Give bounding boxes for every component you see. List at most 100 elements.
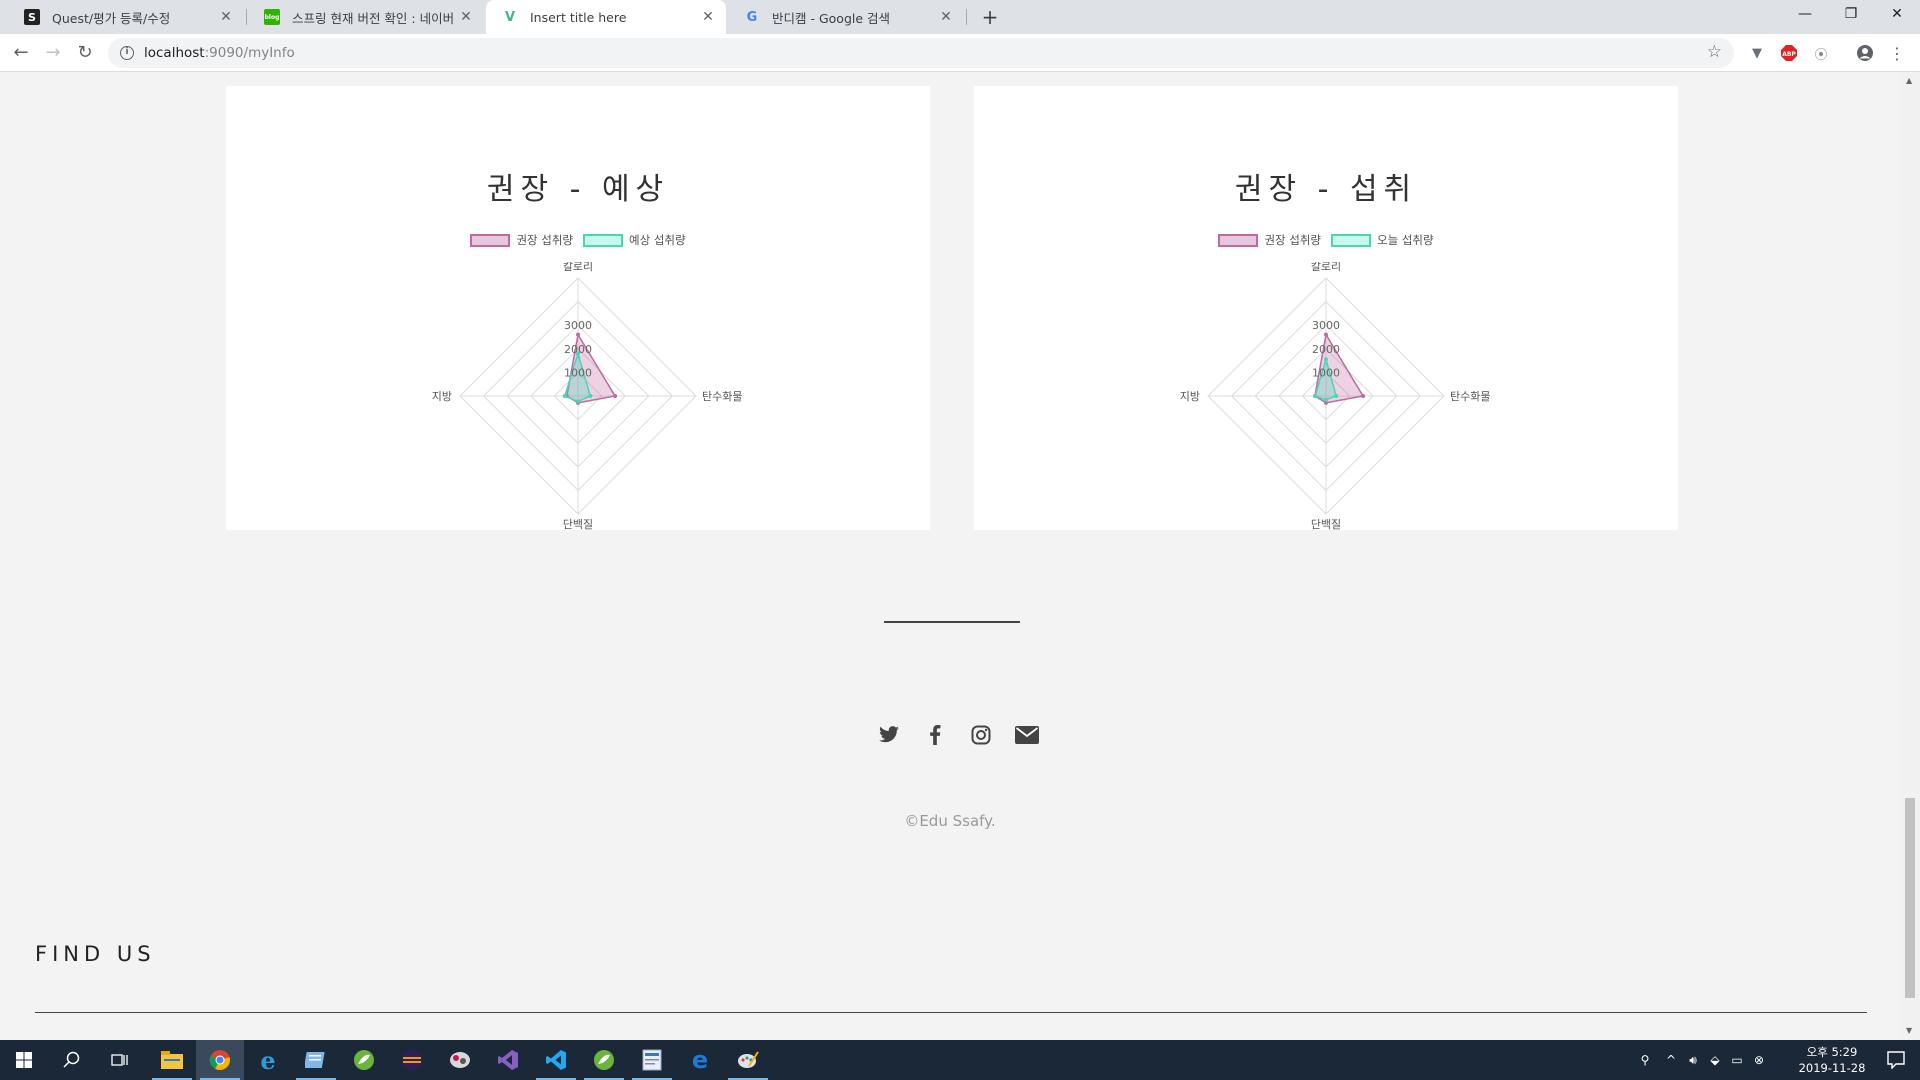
browser-tab-bar: S Quest/평가 등록/수정 ✕ blog 스프링 현재 버전 확인 : 네… [0, 0, 1920, 34]
tab-title: Insert title here [530, 9, 627, 25]
forward-button[interactable]: → [40, 40, 66, 66]
tab-separator [246, 9, 247, 25]
volume-icon[interactable]: 🔊︎ [1682, 1053, 1704, 1068]
radar-tick-label: 1000 [564, 366, 592, 379]
legend-label: 예상 섭취량 [629, 233, 686, 247]
copyright-text: ©Edu Ssafy. [904, 812, 996, 830]
address-bar[interactable]: i localhost:9090/myInfo ☆ [108, 38, 1734, 68]
paint-icon[interactable] [724, 1040, 772, 1080]
system-tray: ⚲ ^ 🔊︎ ⬙ ▭ ⊗ [1630, 1040, 1770, 1080]
vue-devtools-icon[interactable]: ▼ [1746, 42, 1768, 64]
radar-axis-label: 지방 [1180, 390, 1200, 403]
radar-point [1324, 357, 1328, 362]
legend-item[interactable]: 예상 섭취량 [583, 232, 686, 248]
bookmark-star-icon[interactable]: ☆ [1707, 42, 1722, 62]
close-tab-icon[interactable]: ✕ [218, 9, 234, 25]
notepad-icon[interactable] [292, 1040, 340, 1080]
spring-tool-suite-icon[interactable] [580, 1040, 628, 1080]
card-title: 권장 - 예상 [486, 172, 670, 207]
spring-tool-suite-icon[interactable] [340, 1040, 388, 1080]
find-us-divider [35, 1012, 1867, 1013]
chart-card-recommended-expected: 권장 - 예상 권장 섭취량 예상 섭취량 1000 2000 3000 칼로리 탄수화… [226, 86, 930, 530]
file-explorer-icon[interactable] [148, 1040, 196, 1080]
eclipse-icon[interactable] [388, 1040, 436, 1080]
radar-tick-label: 2000 [1312, 343, 1340, 356]
task-view-icon[interactable] [96, 1040, 144, 1080]
extension-icon[interactable]: ⦿ [1810, 42, 1832, 64]
tab-title: 스프링 현재 버전 확인 : 네이버 [292, 10, 455, 26]
windows-start-icon[interactable] [0, 1040, 48, 1080]
people-icon[interactable]: ⚲ [1630, 1053, 1660, 1067]
radar-point [1313, 394, 1318, 398]
close-tab-icon[interactable]: ✕ [938, 9, 954, 25]
find-us-heading: FIND US [35, 942, 156, 966]
twitter-icon[interactable] [866, 718, 912, 752]
radar-point [576, 332, 580, 337]
radar-tick-label: 1000 [1312, 366, 1340, 379]
url-host: localhost [144, 45, 205, 61]
action-center-icon[interactable] [1872, 1040, 1920, 1080]
radar-chart: 1000 2000 3000 칼로리탄수화물단백질 지방 [432, 262, 743, 530]
scroll-up-arrow-icon[interactable]: ▲ [1906, 76, 1912, 85]
legend-label: 오늘 섭취량 [1377, 233, 1434, 247]
app-window-icon[interactable] [628, 1040, 676, 1080]
ubuntu-app-icon[interactable] [436, 1040, 484, 1080]
site-info-icon[interactable]: i [120, 46, 134, 60]
tab-google-search[interactable]: G 반디캠 - Google 검색 ✕ [728, 0, 964, 34]
scroll-thumb[interactable] [1905, 798, 1915, 998]
chrome-icon[interactable] [196, 1040, 244, 1080]
edge-icon[interactable]: e [676, 1040, 724, 1080]
radar-tick-label: 3000 [1312, 319, 1340, 332]
radar-chart: 1000 2000 3000 칼로리탄수화물단백질 지방 [1180, 262, 1491, 530]
legend-item[interactable]: 오늘 섭취량 [1331, 232, 1434, 248]
restore-button[interactable]: ❐ [1828, 0, 1874, 30]
search-icon[interactable] [48, 1040, 96, 1080]
radar-axis-label: 칼로리 [1311, 262, 1341, 273]
scroll-down-arrow-icon[interactable]: ▼ [1906, 1026, 1912, 1035]
svg-text:ABP: ABP [1782, 51, 1796, 58]
close-tab-icon[interactable]: ✕ [458, 9, 474, 25]
radar-tick-label: 2000 [564, 343, 592, 356]
radar-axis-label: 단백질 [563, 518, 593, 530]
radar-point [588, 394, 593, 398]
tab-naver-blog[interactable]: blog 스프링 현재 버전 확인 : 네이버 ✕ [248, 0, 484, 34]
close-window-button[interactable]: ✕ [1874, 0, 1920, 30]
radar-axis-label: 지방 [432, 390, 452, 403]
instagram-icon[interactable] [958, 718, 1004, 752]
adblock-icon[interactable]: ABP [1778, 42, 1800, 64]
tab-title: 반디캠 - Google 검색 [772, 10, 891, 26]
dropbox-icon[interactable]: ⬙ [1704, 1053, 1726, 1067]
legend-swatch [1218, 233, 1259, 247]
tab-insert-title[interactable]: V Insert title here ✕ [486, 0, 726, 34]
internet-explorer-icon[interactable]: e [244, 1040, 292, 1080]
url-path: :9090/myInfo [204, 45, 295, 61]
close-tab-icon[interactable]: ✕ [700, 9, 716, 25]
legend-swatch [470, 233, 511, 247]
notification-blocked-icon[interactable]: ⊗ [1748, 1053, 1770, 1067]
legend-label: 권장 섭취량 [516, 233, 573, 247]
facebook-icon[interactable] [912, 718, 958, 752]
clock-date: 2019-11-28 [1798, 1061, 1866, 1075]
menu-kebab-icon[interactable]: ⋮ [1886, 42, 1908, 64]
profile-icon[interactable] [1854, 42, 1876, 64]
chart-card-recommended-intake: 권장 - 섭취 권장 섭취량 오늘 섭취량 1000 2000 3000 칼로리 탄수화… [974, 86, 1678, 530]
mail-icon[interactable] [1004, 718, 1050, 752]
network-icon[interactable]: ▭ [1726, 1053, 1748, 1067]
tab-title: Quest/평가 등록/수정 [52, 10, 171, 26]
legend-item[interactable]: 권장 섭취량 [1218, 232, 1321, 248]
social-links [866, 718, 1050, 752]
back-button[interactable]: ← [8, 40, 34, 66]
new-tab-button[interactable]: + [978, 5, 1002, 29]
taskbar-clock[interactable]: 오후 5:29 2019-11-28 [1782, 1044, 1882, 1076]
legend-swatch [583, 233, 623, 247]
page-scrollbar[interactable]: ▲ ▼ [1900, 72, 1920, 1040]
radar-point [562, 394, 567, 398]
legend-item[interactable]: 권장 섭취량 [470, 232, 573, 248]
visual-studio-icon[interactable] [484, 1040, 532, 1080]
minimize-button[interactable]: — [1782, 0, 1828, 30]
tab-quest[interactable]: S Quest/평가 등록/수정 ✕ [8, 0, 244, 34]
show-hidden-icons-button[interactable]: ^ [1660, 1053, 1682, 1067]
vscode-icon[interactable] [532, 1040, 580, 1080]
reload-button[interactable]: ↻ [72, 40, 98, 66]
clock-time: 오후 5:29 [1806, 1045, 1858, 1059]
